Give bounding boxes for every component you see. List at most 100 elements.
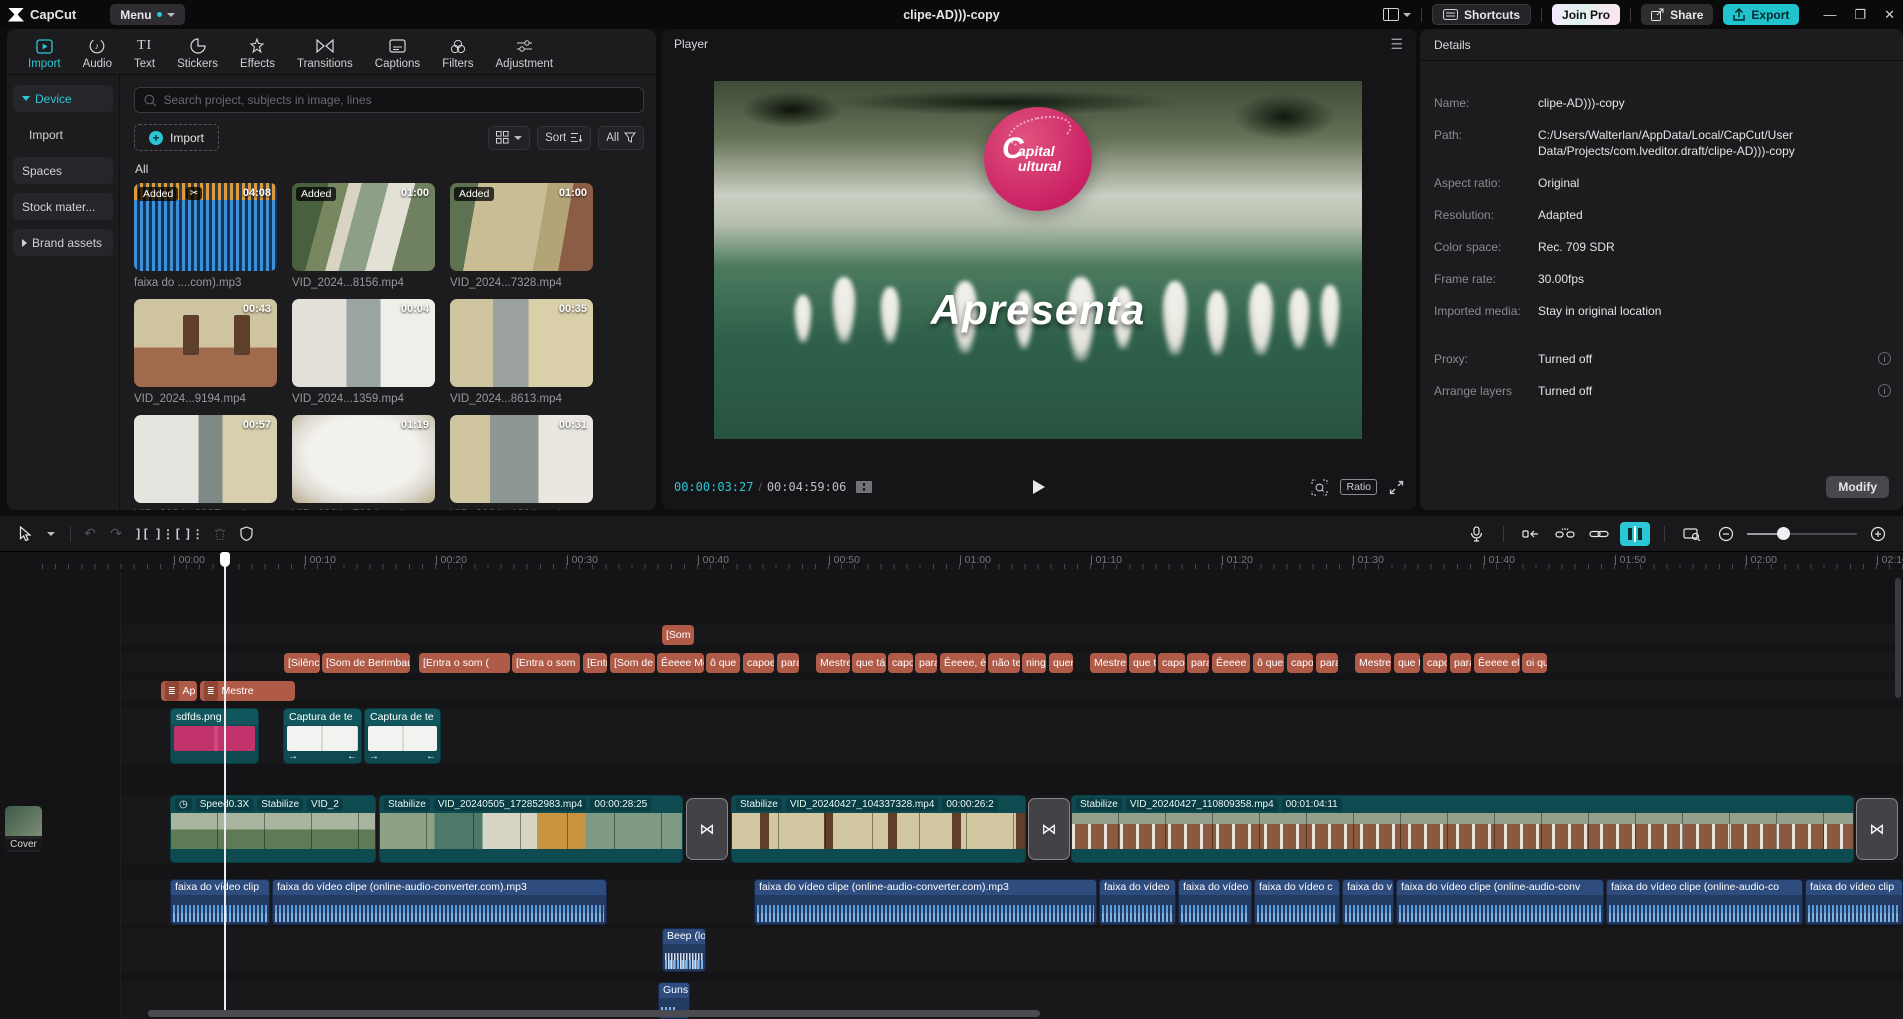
- text-clip[interactable]: ô que tá: [1253, 653, 1284, 673]
- text-clip[interactable]: para: [1187, 653, 1209, 673]
- text-clip[interactable]: capoeir: [743, 653, 774, 673]
- transition-chip[interactable]: ⋈: [686, 798, 728, 860]
- tab-text[interactable]: TIText: [123, 35, 166, 72]
- audio-clip[interactable]: faixa do vídeo clipe (online-audio-co: [1606, 879, 1803, 925]
- text-clip[interactable]: para: [1450, 653, 1471, 673]
- share-button[interactable]: Share: [1641, 4, 1713, 25]
- transition-chip[interactable]: ⋈: [1028, 798, 1070, 860]
- text-clip[interactable]: [Som de Berimbau]: [322, 653, 410, 673]
- audio-clip[interactable]: Beep (lo: [662, 928, 706, 972]
- zoom-slider-knob[interactable]: [1777, 527, 1790, 540]
- tab-effects[interactable]: Effects: [229, 35, 286, 72]
- text-clip[interactable]: [Som de: [610, 653, 655, 673]
- export-button[interactable]: Export: [1723, 4, 1799, 25]
- video-clip[interactable]: StabilizeVID_20240427_104337328.mp400:00…: [731, 795, 1026, 863]
- delete-button[interactable]: [207, 522, 233, 546]
- sidebar-item-device[interactable]: Device: [13, 85, 113, 112]
- sticker-clip[interactable]: sdfds.png: [170, 708, 259, 764]
- audio-clip[interactable]: faixa do vídeo: [1178, 879, 1252, 925]
- import-media-button[interactable]: + Import: [134, 124, 219, 151]
- tab-adjustment[interactable]: Adjustment: [485, 35, 565, 72]
- menu-button[interactable]: Menu: [110, 4, 184, 25]
- play-button[interactable]: [1033, 480, 1045, 494]
- join-pro-button[interactable]: Join Pro: [1552, 4, 1620, 25]
- tab-import[interactable]: Import: [17, 35, 72, 72]
- sort-button[interactable]: Sort: [537, 126, 591, 150]
- media-item-video[interactable]: 00:35VID_2024...8613.mp4: [450, 299, 593, 405]
- text-clip[interactable]: ô que tá: [706, 653, 740, 673]
- audio-clip[interactable]: faixa do vídeo clip: [170, 879, 270, 925]
- tab-captions[interactable]: Captions: [364, 35, 431, 72]
- info-icon[interactable]: i: [1878, 352, 1891, 365]
- ratio-button[interactable]: Ratio: [1340, 479, 1377, 495]
- video-clip[interactable]: StabilizeVID_20240505_172852983.mp400:00…: [379, 795, 683, 863]
- tab-transitions[interactable]: Transitions: [286, 35, 364, 72]
- text-clip[interactable]: que tá: [1394, 653, 1420, 673]
- view-mode-button[interactable]: [488, 126, 530, 150]
- link-button[interactable]: [1586, 522, 1612, 546]
- sticker-clip[interactable]: Captura de te→←: [364, 708, 441, 764]
- text-clip[interactable]: capoe: [1287, 653, 1313, 673]
- text-clip[interactable]: [Entra o som: [512, 653, 580, 673]
- transition-chip[interactable]: ⋈: [1856, 798, 1898, 860]
- text-clip[interactable]: oi qu: [1522, 653, 1547, 673]
- audio-clip[interactable]: faixa do vídeo clipe (online-audio-conve…: [272, 879, 607, 925]
- media-item-video[interactable]: 00:04VID_2024...1359.mp4: [292, 299, 435, 405]
- text-clip[interactable]: Mestre B: [1090, 653, 1127, 673]
- text-clip[interactable]: ningu: [1022, 653, 1046, 673]
- audio-clip[interactable]: faixa do vídeo clipe (online-audio-conv: [1396, 879, 1604, 925]
- text-clip[interactable]: Êeeee, é qu: [940, 653, 986, 673]
- close-button[interactable]: ✕: [1884, 7, 1895, 23]
- sidebar-item-import[interactable]: Import: [13, 121, 113, 148]
- fit-timeline-button[interactable]: [1679, 522, 1705, 546]
- search-input[interactable]: [163, 93, 634, 107]
- record-voiceover-button[interactable]: [1463, 522, 1489, 546]
- zoom-in-button[interactable]: [1865, 522, 1891, 546]
- layout-switch-button[interactable]: [1383, 8, 1411, 21]
- text-clip[interactable]: [Entra: [583, 653, 607, 673]
- text-clip[interactable]: Êeeee ele t: [1474, 653, 1520, 673]
- split-left-button[interactable]: ]⋮[: [155, 522, 181, 546]
- filter-button[interactable]: All: [598, 126, 644, 150]
- mask-button[interactable]: [233, 522, 259, 546]
- sidebar-item-brand-assets[interactable]: Brand assets: [13, 229, 113, 256]
- text-clip[interactable]: capoe: [888, 653, 913, 673]
- fullscreen-icon[interactable]: [1389, 480, 1404, 495]
- frame-list-icon[interactable]: [856, 481, 872, 493]
- media-item-video[interactable]: Added01:00VID_2024...8156.mp4: [292, 183, 435, 289]
- text-clip[interactable]: capo: [1423, 653, 1447, 673]
- media-item-audio[interactable]: Added✂04:08faixa do ....com).mp3: [134, 183, 277, 289]
- audio-clip[interactable]: faixa do vídeo clipe (online-audio-conve…: [754, 879, 1097, 925]
- media-item-video[interactable]: 01:19VID_2024...7934.mp4: [292, 415, 435, 510]
- focus-icon[interactable]: [1311, 479, 1328, 496]
- text-clip[interactable]: que tá: [1129, 653, 1156, 673]
- media-item-video[interactable]: 00:43VID_2024...9194.mp4: [134, 299, 277, 405]
- timeline-ruler[interactable]: | 00:00| 00:10| 00:20| 00:30| 00:40| 00:…: [0, 552, 1903, 572]
- tab-stickers[interactable]: Stickers: [166, 35, 229, 72]
- audio-clip[interactable]: faixa do v: [1342, 879, 1394, 925]
- media-item-video[interactable]: 00:31VID_2024...1324.mp4: [450, 415, 593, 510]
- text-clip[interactable]: Mestre: [816, 653, 850, 673]
- video-preview[interactable]: C apital ultural Apresenta: [714, 81, 1362, 439]
- text-clip[interactable]: Êeeee Mestre: [657, 653, 704, 673]
- text-clip[interactable]: quer: [1049, 653, 1073, 673]
- sidebar-item-stock-mater-[interactable]: Stock mater...: [13, 193, 113, 220]
- audio-clip[interactable]: faixa do vídeo: [1099, 879, 1176, 925]
- sidebar-item-spaces[interactable]: Spaces: [13, 157, 113, 184]
- split-right-button[interactable]: ]⋮: [181, 522, 207, 546]
- redo-button[interactable]: ↷: [103, 522, 129, 546]
- cursor-tool-dropdown[interactable]: [38, 522, 64, 546]
- minimize-button[interactable]: —: [1823, 7, 1836, 22]
- text-clip[interactable]: para: [915, 653, 937, 673]
- shortcuts-button[interactable]: Shortcuts: [1432, 4, 1531, 25]
- text-clip[interactable]: capoe: [1158, 653, 1185, 673]
- video-clip[interactable]: StabilizeVID_20240427_110809358.mp400:01…: [1071, 795, 1854, 863]
- modify-button[interactable]: Modify: [1826, 476, 1889, 498]
- unlink-button[interactable]: [1552, 522, 1578, 546]
- audio-clip[interactable]: faixa do vídeo clip: [1805, 879, 1903, 925]
- text-clip[interactable]: ≣Mestre: [200, 681, 295, 701]
- horizontal-scrollbar[interactable]: [148, 1010, 1040, 1017]
- cover-button[interactable]: Cover: [5, 806, 42, 852]
- sticker-clip[interactable]: Captura de te→←: [283, 708, 362, 764]
- timeline-zoom-slider[interactable]: [1747, 522, 1857, 546]
